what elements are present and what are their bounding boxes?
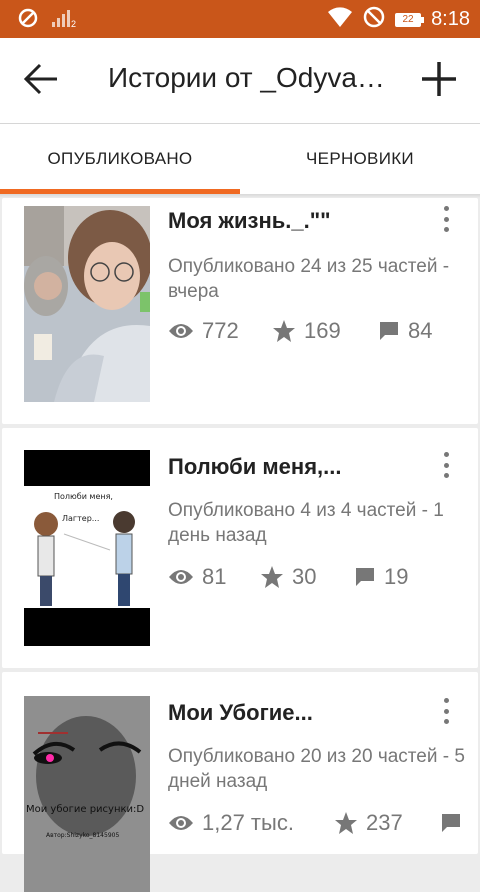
story-stats: 1,27 тыс. 237 [168, 808, 470, 838]
overflow-menu-button[interactable] [436, 696, 456, 726]
cover-text: Автор:Shizyko_8145905 [46, 832, 120, 839]
eye-icon [169, 816, 193, 830]
comments-stat: 19 [354, 564, 408, 590]
views-count: 1,27 тыс. [202, 810, 294, 835]
votes-count: 169 [304, 318, 341, 343]
cover-text: Мои убогие рисунки:D [26, 804, 145, 815]
eye-icon [169, 324, 193, 338]
star-icon [261, 566, 283, 588]
story-card[interactable]: Полюби меня, Лагтер... Полюби меня,... О… [2, 428, 478, 668]
story-stats: 772 169 84 [168, 316, 432, 346]
overflow-menu-button[interactable] [436, 204, 456, 234]
comments-stat [440, 812, 470, 834]
comment-icon [442, 814, 460, 832]
cover-text: Лагтер... [62, 514, 100, 523]
comment-icon [356, 568, 374, 586]
votes-count: 30 [292, 564, 317, 589]
comments-stat: 84 [378, 318, 432, 344]
status-bar: 2 22 8:18 [0, 0, 480, 38]
votes-stat: 169 [272, 318, 378, 344]
story-stats: 81 30 19 [168, 562, 408, 592]
tab-published[interactable]: ОПУБЛИКОВАНО [0, 124, 240, 194]
more-vert-icon [443, 452, 449, 457]
votes-stat: 30 [260, 564, 354, 590]
story-meta: Опубликовано 4 из 4 частей - 1 день наза… [168, 500, 444, 546]
add-story-button[interactable] [412, 56, 466, 106]
more-vert-icon [443, 698, 449, 703]
no-sim-icon [18, 8, 38, 33]
more-vert-icon-dot [443, 708, 449, 714]
views-stat: 81 [168, 564, 260, 590]
more-vert-icon-dot [443, 227, 449, 232]
more-vert-icon-dot [443, 216, 449, 222]
more-vert-icon-dot [443, 719, 449, 724]
story-meta: Опубликовано 20 из 20 частей - 5 дней на… [168, 746, 465, 792]
votes-count: 237 [366, 810, 403, 835]
story-title[interactable]: Полюби меня,... [168, 454, 424, 480]
overflow-menu-button[interactable] [436, 450, 456, 480]
eye-icon [169, 570, 193, 584]
votes-stat: 237 [334, 810, 440, 836]
tab-drafts[interactable]: ЧЕРНОВИКИ [240, 124, 480, 194]
story-cover: Полюби меня, Лагтер... [24, 450, 150, 646]
story-card[interactable]: Моя жизнь._."" Опубликовано 24 из 25 час… [2, 198, 478, 424]
tab-bar: ОПУБЛИКОВАНО ЧЕРНОВИКИ [0, 124, 480, 194]
story-cover [24, 206, 150, 402]
story-card[interactable]: Мои убогие рисунки:D Автор:Shizyko_81459… [2, 672, 478, 892]
story-title[interactable]: Моя жизнь._."" [168, 208, 424, 234]
signal-icon: 2 [52, 8, 78, 33]
tab-published-label: ОПУБЛИКОВАНО [47, 149, 193, 168]
dnd-icon [363, 6, 385, 33]
comments-count: 84 [408, 318, 433, 343]
more-vert-icon-dot [443, 473, 449, 478]
story-meta: Опубликовано 24 из 25 частей - вчера [168, 256, 450, 302]
status-time: 8:18 [431, 8, 470, 30]
story-cover: Мои убогие рисунки:D Автор:Shizyko_81459… [24, 696, 150, 892]
comments-count: 19 [384, 564, 409, 589]
plus-icon [420, 60, 458, 103]
views-count: 772 [202, 318, 239, 343]
app-bar: Истории от _Odyvanc... [0, 38, 480, 124]
comment-icon [380, 322, 398, 340]
arrow-back-icon [23, 63, 59, 100]
battery-icon: 22 [395, 12, 425, 27]
cover-text: Полюби меня, [54, 492, 113, 501]
svg-text:2: 2 [71, 19, 76, 28]
views-count: 81 [202, 564, 227, 589]
back-button[interactable] [14, 56, 68, 106]
tab-drafts-label: ЧЕРНОВИКИ [306, 149, 414, 168]
star-icon [273, 320, 295, 342]
page-title: Истории от _Odyvanc... [108, 62, 398, 93]
views-stat: 772 [168, 318, 272, 344]
story-title[interactable]: Мои Убогие... [168, 700, 424, 726]
wifi-icon [327, 6, 353, 33]
more-vert-icon [443, 206, 449, 211]
star-icon [335, 812, 357, 834]
views-stat: 1,27 тыс. [168, 810, 334, 836]
more-vert-icon-dot [443, 462, 449, 468]
